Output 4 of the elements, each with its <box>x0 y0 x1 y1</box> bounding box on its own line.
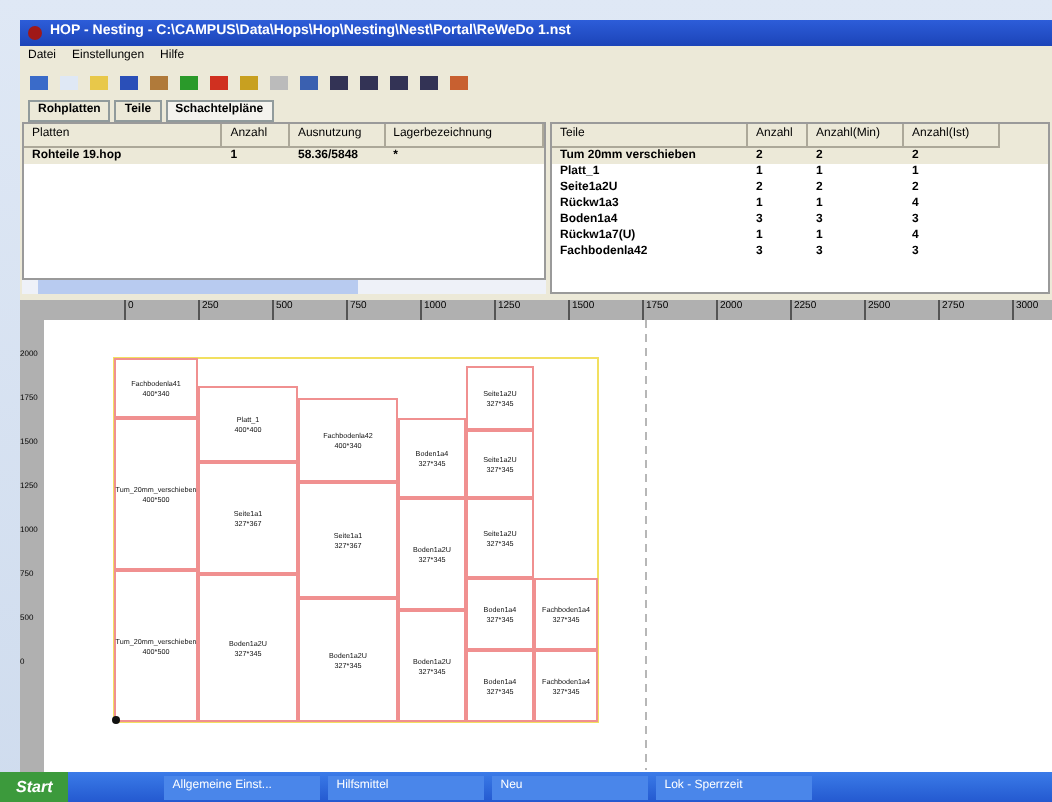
origin-marker <box>112 716 120 724</box>
app-icon <box>28 26 42 40</box>
start-button[interactable]: Start <box>0 772 69 802</box>
scrollbar[interactable] <box>22 280 546 294</box>
